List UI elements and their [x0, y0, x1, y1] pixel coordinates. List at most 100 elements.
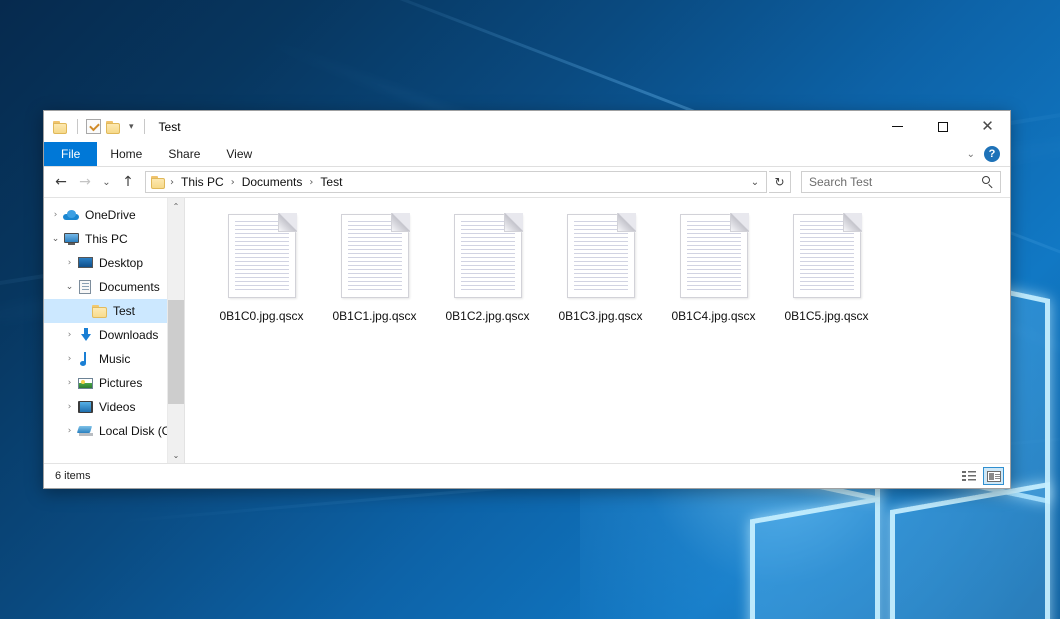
chevron-right-icon[interactable]: › — [62, 330, 77, 340]
sidebar-item-test[interactable]: Test — [44, 299, 184, 323]
sidebar-item-local-disk-c[interactable]: › Local Disk (C:) — [44, 419, 184, 443]
generic-document-icon — [793, 214, 861, 298]
details-view-icon — [962, 471, 976, 482]
music-icon — [77, 351, 94, 367]
ribbon-right-controls: ⌄ ? — [967, 142, 1010, 166]
file-grid: 0B1C0.jpg.qscx 0B1C1.jpg.qscx — [205, 212, 1010, 323]
sidebar-item-downloads[interactable]: › Downloads — [44, 323, 184, 347]
recent-locations-button[interactable]: ⌄ — [98, 171, 115, 193]
folder-tree: › OneDrive ⌄ This PC › Desktop ⌄ — [44, 198, 184, 443]
file-item[interactable]: 0B1C1.jpg.qscx — [318, 212, 431, 323]
generic-document-icon — [341, 214, 409, 298]
file-name-label: 0B1C5.jpg.qscx — [784, 309, 868, 323]
search-input[interactable]: Search Test — [809, 175, 982, 189]
sidebar-item-desktop[interactable]: › Desktop — [44, 251, 184, 275]
disk-icon — [77, 423, 94, 439]
logo-pane — [750, 497, 880, 619]
close-icon: ✕ — [981, 119, 994, 134]
maximize-icon — [938, 122, 948, 132]
videos-icon — [77, 399, 94, 415]
chevron-right-icon[interactable]: › — [62, 402, 77, 412]
file-name-label: 0B1C1.jpg.qscx — [332, 309, 416, 323]
chevron-down-icon[interactable]: ⌄ — [62, 282, 77, 292]
forward-button[interactable]: → — [74, 171, 96, 193]
help-icon[interactable]: ? — [984, 146, 1000, 162]
scrollbar-thumb[interactable] — [168, 300, 184, 404]
file-item[interactable]: 0B1C2.jpg.qscx — [431, 212, 544, 323]
maximize-button[interactable] — [920, 111, 965, 142]
sidebar-item-this-pc[interactable]: ⌄ This PC — [44, 227, 184, 251]
file-list-area[interactable]: 0B1C0.jpg.qscx 0B1C1.jpg.qscx — [185, 198, 1010, 463]
scrollbar-track[interactable] — [168, 214, 184, 447]
address-dropdown-icon[interactable]: ⌄ — [746, 177, 764, 188]
logo-pane — [890, 482, 1050, 619]
file-item[interactable]: 0B1C5.jpg.qscx — [770, 212, 883, 323]
large-icons-view-button[interactable] — [983, 467, 1004, 485]
search-icon — [982, 176, 995, 189]
tab-view[interactable]: View — [213, 142, 265, 166]
large-icons-view-icon — [987, 471, 1001, 482]
sidebar-item-label: Pictures — [99, 376, 142, 390]
sidebar-item-label: Music — [99, 352, 130, 366]
status-bar: 6 items — [44, 463, 1010, 488]
cloud-icon — [63, 207, 80, 223]
up-button[interactable]: ↑ — [117, 171, 139, 193]
view-mode-buttons — [958, 467, 1004, 485]
tab-file[interactable]: File — [44, 142, 97, 166]
breadcrumb[interactable]: › This PC › Documents › Test ⌄ — [145, 171, 767, 193]
ribbon-tab-bar: File Home Share View ⌄ ? — [44, 142, 1010, 167]
generic-document-icon — [567, 214, 635, 298]
breadcrumb-separator: › — [230, 177, 236, 188]
chevron-right-icon[interactable]: › — [62, 378, 77, 388]
breadcrumb-folder-icon — [151, 175, 167, 189]
file-name-label: 0B1C0.jpg.qscx — [219, 309, 303, 323]
details-view-button[interactable] — [958, 467, 979, 485]
properties-checkbox-icon[interactable] — [86, 119, 101, 134]
sidebar-item-label: Test — [113, 304, 135, 318]
search-box[interactable]: Search Test — [801, 171, 1001, 193]
tab-share[interactable]: Share — [155, 142, 213, 166]
downloads-icon — [77, 327, 94, 343]
chevron-right-icon[interactable]: › — [62, 426, 77, 436]
breadcrumb-item-this-pc[interactable]: This PC — [177, 175, 228, 189]
file-name-label: 0B1C3.jpg.qscx — [558, 309, 642, 323]
window-folder-icon — [53, 120, 69, 134]
expand-ribbon-icon[interactable]: ⌄ — [967, 149, 975, 160]
toolbar-divider — [144, 119, 145, 134]
sidebar-item-videos[interactable]: › Videos — [44, 395, 184, 419]
chevron-right-icon[interactable]: › — [48, 210, 63, 220]
file-item[interactable]: 0B1C0.jpg.qscx — [205, 212, 318, 323]
scroll-up-arrow-icon[interactable]: ⌃ — [168, 198, 184, 214]
tab-home[interactable]: Home — [97, 142, 155, 166]
toolbar-divider — [77, 119, 78, 134]
generic-document-icon — [680, 214, 748, 298]
scroll-down-arrow-icon[interactable]: ⌄ — [168, 447, 184, 463]
refresh-button[interactable]: ↻ — [769, 171, 791, 193]
new-folder-icon[interactable] — [106, 120, 122, 134]
chevron-right-icon[interactable]: › — [62, 258, 77, 268]
customize-toolbar-caret-icon[interactable]: ▾ — [127, 122, 136, 131]
sidebar-item-label: OneDrive — [85, 208, 136, 222]
breadcrumb-item-documents[interactable]: Documents — [238, 175, 307, 189]
back-button[interactable]: ← — [50, 171, 72, 193]
breadcrumb-separator: › — [169, 177, 175, 188]
chevron-right-icon[interactable]: › — [62, 354, 77, 364]
sidebar-item-onedrive[interactable]: › OneDrive — [44, 203, 184, 227]
sidebar-item-pictures[interactable]: › Pictures — [44, 371, 184, 395]
file-item[interactable]: 0B1C3.jpg.qscx — [544, 212, 657, 323]
navigation-pane-scrollbar[interactable]: ⌃ ⌄ — [167, 198, 184, 463]
item-count-label: 6 items — [55, 470, 90, 482]
minimize-button[interactable] — [875, 111, 920, 142]
file-name-label: 0B1C4.jpg.qscx — [671, 309, 755, 323]
sidebar-item-documents[interactable]: ⌄ Documents — [44, 275, 184, 299]
title-bar: ▾ Test ✕ — [44, 111, 1010, 142]
sidebar-item-label: Local Disk (C:) — [99, 424, 178, 438]
breadcrumb-item-test[interactable]: Test — [316, 175, 346, 189]
chevron-down-icon[interactable]: ⌄ — [48, 234, 63, 244]
close-button[interactable]: ✕ — [965, 111, 1010, 142]
breadcrumb-separator: › — [308, 177, 314, 188]
file-item[interactable]: 0B1C4.jpg.qscx — [657, 212, 770, 323]
sidebar-item-music[interactable]: › Music — [44, 347, 184, 371]
window-body: › OneDrive ⌄ This PC › Desktop ⌄ — [44, 197, 1010, 463]
minimize-icon — [892, 126, 903, 127]
